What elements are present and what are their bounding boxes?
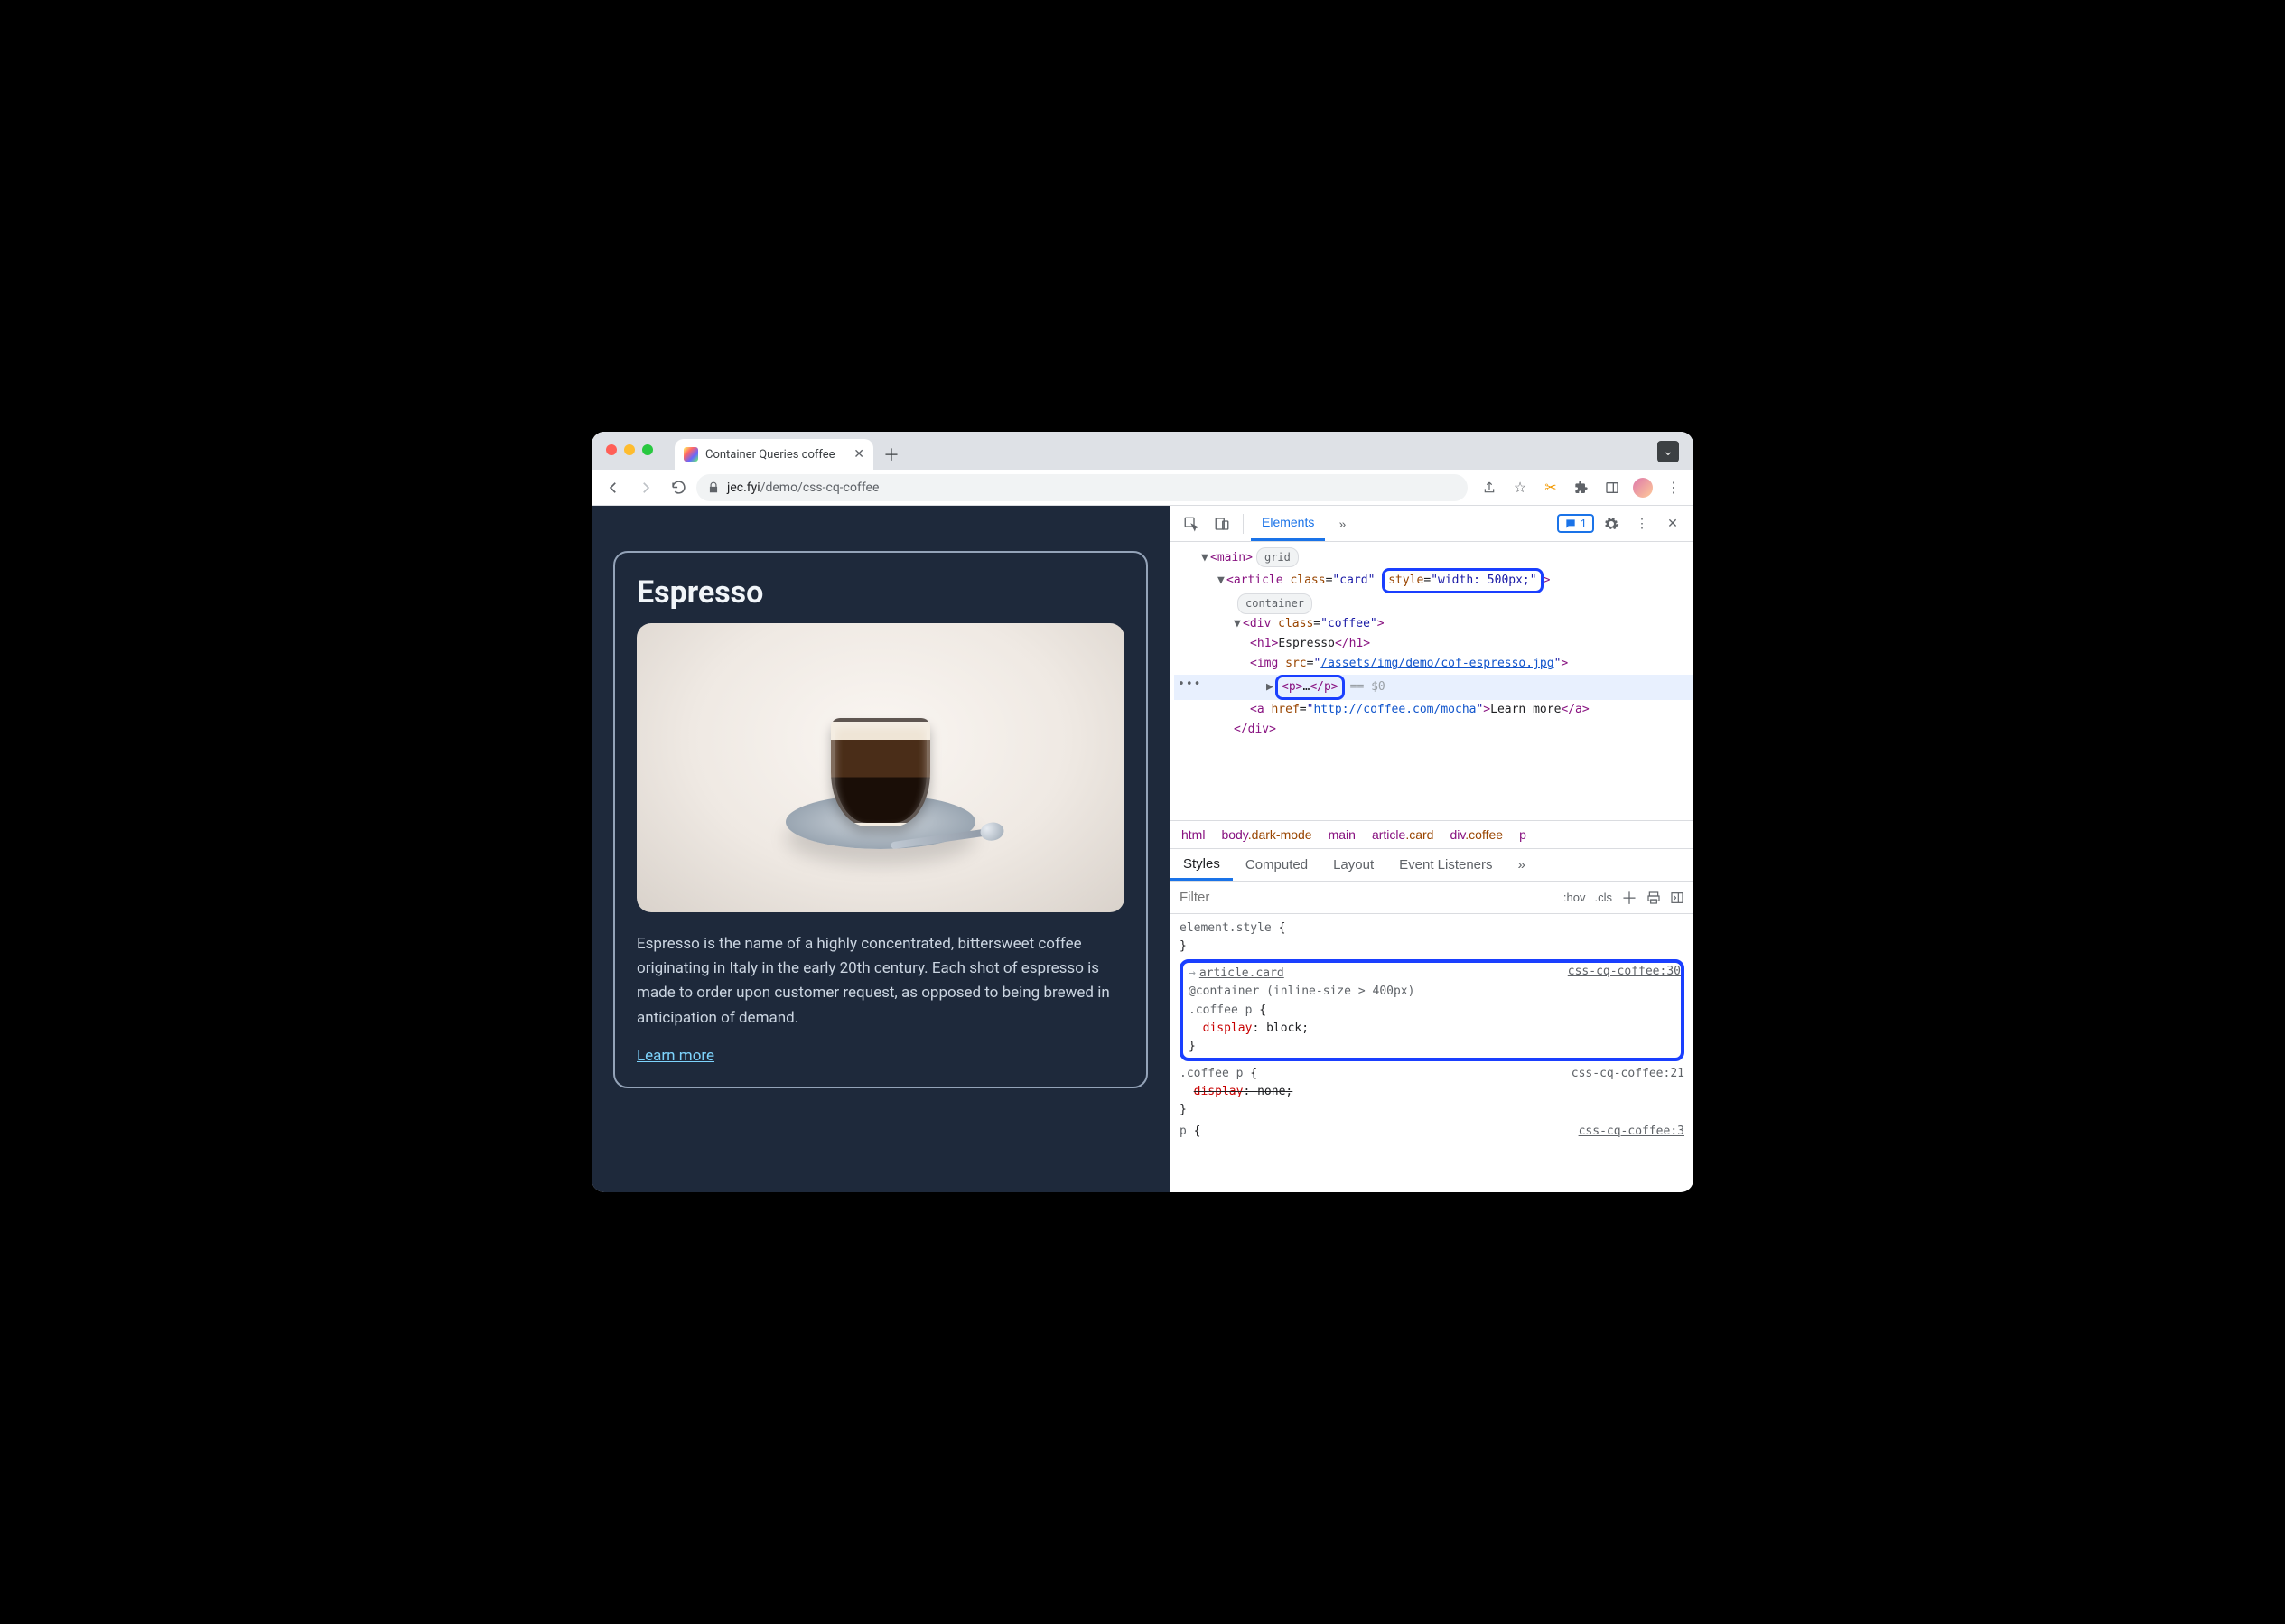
rule-container-query[interactable]: →article.card @container (inline-size > …: [1180, 959, 1684, 1061]
node-h1[interactable]: <h1>Espresso</h1>: [1174, 634, 1693, 654]
node-a[interactable]: <a href="http://coffee.com/mocha">Learn …: [1174, 700, 1693, 720]
back-button[interactable]: [599, 473, 628, 502]
browser-tab[interactable]: Container Queries coffee ✕: [675, 439, 873, 470]
cup-shape: [831, 718, 930, 826]
close-devtools-button[interactable]: ✕: [1659, 510, 1686, 537]
minimize-window-button[interactable]: [624, 444, 635, 455]
card-description: Espresso is the name of a highly concent…: [637, 932, 1124, 1031]
container-badge: container: [1174, 593, 1693, 614]
crumb-body[interactable]: body.dark-mode: [1221, 827, 1311, 842]
chat-icon: [1564, 518, 1577, 530]
cls-toggle[interactable]: .cls: [1595, 891, 1613, 904]
node-main[interactable]: ▼<main>grid: [1174, 547, 1693, 568]
subtab-styles[interactable]: Styles: [1170, 849, 1233, 881]
window-titlebar: Container Queries coffee ✕ ＋ ⌄: [592, 432, 1693, 470]
side-panel-button[interactable]: [1600, 475, 1625, 500]
window-controls: [606, 444, 653, 455]
toolbar-actions: ☆ ✂ ⋮: [1477, 475, 1686, 500]
scissors-icon[interactable]: ✂: [1538, 475, 1563, 500]
inspect-element-button[interactable]: [1178, 510, 1205, 537]
styles-rules[interactable]: element.style { } →article.card @contain…: [1170, 914, 1693, 1192]
tab-close-button[interactable]: ✕: [853, 447, 864, 462]
rule-p[interactable]: p { css-cq-coffee:3: [1180, 1123, 1684, 1141]
dom-breadcrumbs[interactable]: html body.dark-mode main article.card di…: [1170, 820, 1693, 849]
elements-tree[interactable]: ▼<main>grid ▼<article class="card" style…: [1170, 542, 1693, 820]
rule-element-style[interactable]: element.style { }: [1180, 919, 1684, 956]
gear-icon: [1603, 516, 1619, 532]
crumb-article[interactable]: article.card: [1372, 827, 1433, 842]
browser-window: Container Queries coffee ✕ ＋ ⌄ jec.fyi/d…: [592, 432, 1693, 1192]
new-tab-button[interactable]: ＋: [879, 442, 904, 467]
highlight-style-attr: style="width: 500px;": [1382, 568, 1543, 593]
subtab-computed[interactable]: Computed: [1233, 849, 1320, 881]
espresso-image: [637, 623, 1124, 912]
reload-button[interactable]: [664, 473, 693, 502]
tab-title: Container Queries coffee: [705, 448, 835, 462]
crumb-main[interactable]: main: [1329, 827, 1356, 842]
card-heading: Espresso: [637, 574, 1124, 611]
rendered-page: Espresso Espresso is the name of a highl…: [592, 506, 1170, 1192]
source-link-2[interactable]: css-cq-coffee:21: [1572, 1065, 1684, 1083]
node-p-selected[interactable]: •••▶<p>…</p>== $0: [1174, 675, 1693, 700]
coffee-card: Espresso Espresso is the name of a highl…: [613, 551, 1148, 1088]
forward-button[interactable]: [631, 473, 660, 502]
maximize-window-button[interactable]: [642, 444, 653, 455]
devtools-toolbar: Elements » 1 ⋮ ✕: [1170, 506, 1693, 542]
device-toolbar-button[interactable]: [1208, 510, 1236, 537]
highlight-p-node: <p>…</p>: [1275, 675, 1345, 700]
styles-subtabs: Styles Computed Layout Event Listeners »: [1170, 849, 1693, 882]
crumb-p[interactable]: p: [1519, 827, 1526, 842]
bookmark-button[interactable]: ☆: [1507, 475, 1533, 500]
tab-elements[interactable]: Elements: [1251, 506, 1325, 541]
more-subtabs-button[interactable]: »: [1506, 849, 1538, 881]
source-link-1[interactable]: css-cq-coffee:30: [1568, 963, 1681, 981]
browser-menu-button[interactable]: ⋮: [1661, 475, 1686, 500]
subtab-layout[interactable]: Layout: [1320, 849, 1386, 881]
more-tabs-button[interactable]: »: [1329, 510, 1356, 537]
devtools-panel: Elements » 1 ⋮ ✕ ▼<main>grid ▼<article c…: [1170, 506, 1693, 1192]
profile-button[interactable]: [1630, 475, 1655, 500]
node-div-coffee[interactable]: ▼<div class="coffee">: [1174, 614, 1693, 634]
url-bar: jec.fyi/demo/css-cq-coffee ☆ ✂ ⋮: [592, 470, 1693, 506]
extensions-button[interactable]: [1569, 475, 1594, 500]
container-origin-link[interactable]: article.card: [1199, 966, 1284, 980]
node-div-close[interactable]: </div>: [1174, 720, 1693, 740]
learn-more-link[interactable]: Learn more: [637, 1047, 714, 1065]
styles-filter-input[interactable]: [1180, 890, 1554, 905]
content-split: Espresso Espresso is the name of a highl…: [592, 506, 1693, 1192]
new-style-rule-button[interactable]: ＋: [1621, 886, 1637, 910]
divider: [1243, 514, 1244, 534]
avatar: [1633, 478, 1653, 498]
issues-badge[interactable]: 1: [1557, 514, 1594, 533]
tab-overflow-button[interactable]: ⌄: [1657, 441, 1679, 462]
share-button[interactable]: [1477, 475, 1502, 500]
node-article[interactable]: ▼<article class="card" style="width: 500…: [1174, 568, 1693, 593]
rule-coffee-p-overridden[interactable]: .coffee p { css-cq-coffee:21 display: no…: [1180, 1065, 1684, 1119]
styles-filter-bar: :hov .cls ＋: [1170, 882, 1693, 914]
settings-button[interactable]: [1598, 510, 1625, 537]
address-bar[interactable]: jec.fyi/demo/css-cq-coffee: [696, 474, 1468, 501]
tab-favicon-icon: [684, 447, 698, 462]
url-text: jec.fyi/demo/css-cq-coffee: [727, 481, 879, 495]
hov-toggle[interactable]: :hov: [1563, 891, 1586, 904]
close-window-button[interactable]: [606, 444, 617, 455]
lock-icon: [707, 481, 720, 494]
subtab-event-listeners[interactable]: Event Listeners: [1386, 849, 1505, 881]
crumb-html[interactable]: html: [1181, 827, 1205, 842]
toggle-sidebar-button[interactable]: [1670, 891, 1684, 905]
crumb-div[interactable]: div.coffee: [1450, 827, 1503, 842]
print-icon[interactable]: [1646, 891, 1661, 905]
source-link-3[interactable]: css-cq-coffee:3: [1579, 1123, 1684, 1141]
devtools-menu-button[interactable]: ⋮: [1628, 510, 1655, 537]
node-img[interactable]: <img src="/assets/img/demo/cof-espresso.…: [1174, 654, 1693, 674]
